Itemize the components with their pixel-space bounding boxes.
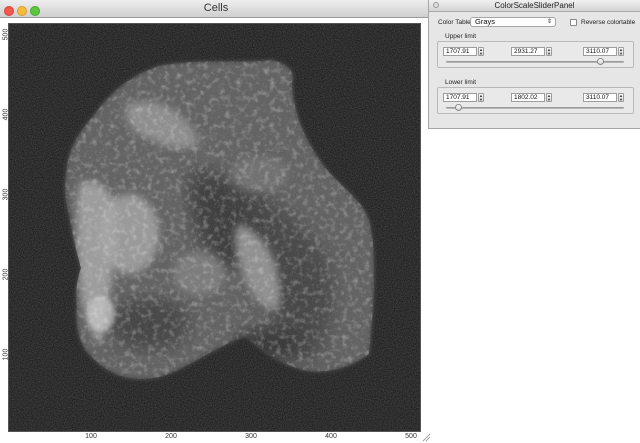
lower-slider-thumb[interactable] [454,104,462,111]
reverse-colortable-checkbox[interactable] [570,19,577,26]
upper-value-stepper[interactable]: ▲ ▼ [546,47,552,56]
resize-grip-icon[interactable] [422,433,431,442]
lower-value-stepper[interactable]: ▲ ▼ [546,93,552,102]
panel-titlebar[interactable]: ColorScaleSliderPanel [429,0,640,12]
color-table-label: Color Table: [438,19,473,26]
y-tick-label: 400 [2,108,10,121]
color-table-value: Grays [475,17,496,26]
upper-value-field[interactable]: 2931.27 [511,47,545,56]
lower-limit-label: Lower limit [445,79,477,86]
upper-max-field[interactable]: 3110.07 [583,47,617,56]
lower-min-field[interactable]: 1707.91 [443,93,477,102]
upper-max-stepper[interactable]: ▲ ▼ [618,47,624,56]
window-title: Cells [203,2,229,14]
color-scale-panel: ColorScaleSliderPanel Color Table: Grays… [428,0,640,129]
x-tick-label: 400 [325,433,337,440]
x-tick-label: 300 [245,433,257,440]
x-tick-label: 100 [85,433,97,440]
color-table-select[interactable]: Grays ⇕ [470,17,556,27]
window-titlebar[interactable]: Cells [0,0,432,18]
lower-slider-track[interactable] [446,107,624,109]
lower-value-field[interactable]: 1802.02 [511,93,545,102]
lower-limit-group: 1707.91 ▲ ▼ 1802.02 ▲ ▼ 3110.07 ▲ ▼ [437,87,634,114]
image-window: Cells 100 200 300 400 500 100 200 300 40… [0,0,432,443]
upper-limit-label: Upper limit [445,33,477,40]
y-tick-label: 200 [2,268,10,281]
cell-image[interactable] [9,24,420,431]
panel-title: ColorScaleSliderPanel [494,1,575,10]
y-tick-label: 100 [2,348,10,361]
upper-min-stepper[interactable]: ▲ ▼ [478,47,484,56]
lower-min-stepper[interactable]: ▲ ▼ [478,93,484,102]
reverse-colortable-label: Reverse colortable [581,19,636,26]
lower-max-stepper[interactable]: ▲ ▼ [618,93,624,102]
upper-min-field[interactable]: 1707.91 [443,47,477,56]
upper-slider-thumb[interactable] [597,58,605,65]
upper-limit-group: 1707.91 ▲ ▼ 2931.27 ▲ ▼ 3110.07 ▲ ▼ [437,41,634,68]
y-tick-label: 500 [2,28,10,41]
lower-max-field[interactable]: 3110.07 [583,93,617,102]
updown-arrows-icon: ⇕ [546,19,552,25]
y-tick-label: 300 [2,188,10,201]
x-tick-label: 200 [165,433,177,440]
